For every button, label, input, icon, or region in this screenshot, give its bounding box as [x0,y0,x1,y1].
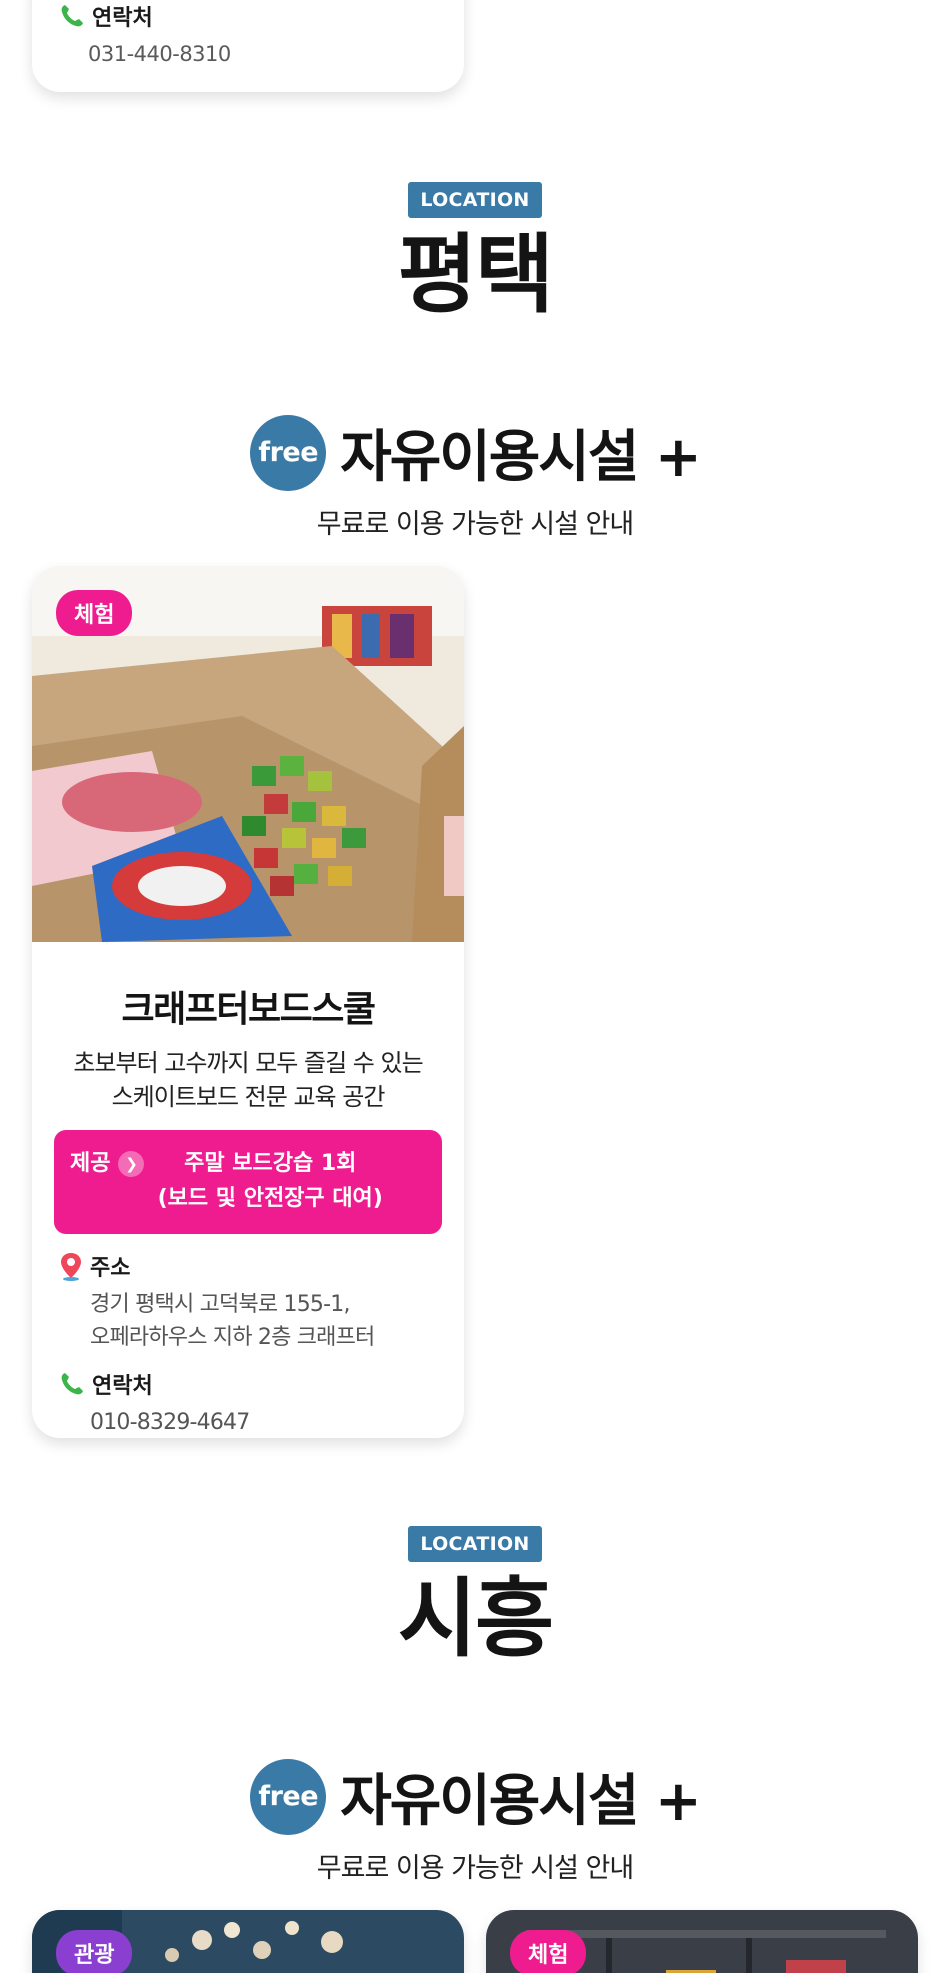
facility-card-crafter-board-school[interactable]: 체험 크래프터보드스쿨 초보부터 고수까지 모두 즐길 수 있는 스케이트보드 … [32,566,464,1438]
description-line: 초보부터 고수까지 모두 즐길 수 있는 [73,1049,423,1077]
free-facilities-title: 자유이용시설 + [340,1769,702,1834]
offer-box: 제공 ❯ 주말 보드강습 1회 (보드 및 안전장구 대여) [54,1130,442,1234]
free-facilities-title: 자유이용시설 + [340,425,702,490]
facility-card-siheung-2[interactable]: 체험 [486,1910,918,1973]
category-tag: 체험 [510,1930,587,1973]
contact-value: 010-8329-4647 [90,1410,250,1435]
section-header-siheung: LOCATION 시흥 [0,1526,950,1662]
contact-label: 연락처 [92,1374,153,1399]
offer-line: (보드 및 안전장구 대여) [157,1186,383,1211]
free-facilities-subtitle: 무료로 이용 가능한 시설 안내 [316,509,634,540]
address-label: 주소 [90,1256,131,1281]
offer-text: 주말 보드강습 1회 (보드 및 안전장구 대여) [154,1146,386,1216]
contact-value: 031-440-8310 [88,42,231,66]
contact-heading: 연락처 [58,0,153,32]
facility-photo: 체험 [32,566,464,942]
chevron-right-icon: ❯ [118,1151,145,1177]
contact-heading: 연락처 [58,1368,464,1400]
facility-info: 주소 경기 평택시 고덕북로 155-1, 오페라하우스 지하 2층 크래프터 … [32,1234,464,1438]
address-value: 경기 평택시 고덕북로 155-1, 오페라하우스 지하 2층 크래프터 [90,1288,464,1354]
location-badge: LOCATION [408,1526,542,1562]
description-line: 스케이트보드 전문 교육 공간 [111,1083,386,1111]
free-facilities-header: free 자유이용시설 + [0,412,950,493]
phone-icon [58,1370,86,1398]
facility-card-previous: 연락처 031-440-8310 [32,0,464,92]
category-tag: 관광 [56,1930,133,1973]
address-line: 오페라하우스 지하 2층 크래프터 [90,1325,375,1350]
address-line: 경기 평택시 고덕북로 155-1, [90,1292,350,1317]
facility-card-siheung-1[interactable]: 관광 [32,1910,464,1973]
facility-photo: 체험 [486,1910,918,1973]
free-badge: free [250,1758,327,1835]
free-facilities-header: free 자유이용시설 + [0,1756,950,1837]
city-title: 시흥 [397,1569,554,1669]
phone-icon [58,2,86,30]
section-header-pyeongtaek: LOCATION 평택 [0,182,950,318]
offer-line: 주말 보드강습 1회 [184,1151,357,1176]
offer-label: 제공 [70,1151,111,1176]
free-badge: free [250,414,327,491]
address-heading: 주소 [58,1250,464,1282]
city-title: 평택 [397,225,554,325]
contact-label: 연락처 [92,6,153,31]
facility-name: 크래프터보드스쿨 [121,989,376,1030]
facility-photo: 관광 [32,1910,464,1973]
location-badge: LOCATION [408,182,542,218]
category-tag: 체험 [56,590,133,636]
free-facilities-subtitle: 무료로 이용 가능한 시설 안내 [316,1853,634,1884]
facility-description: 초보부터 고수까지 모두 즐길 수 있는 스케이트보드 전문 교육 공간 [32,1046,464,1114]
location-pin-icon [58,1251,84,1281]
